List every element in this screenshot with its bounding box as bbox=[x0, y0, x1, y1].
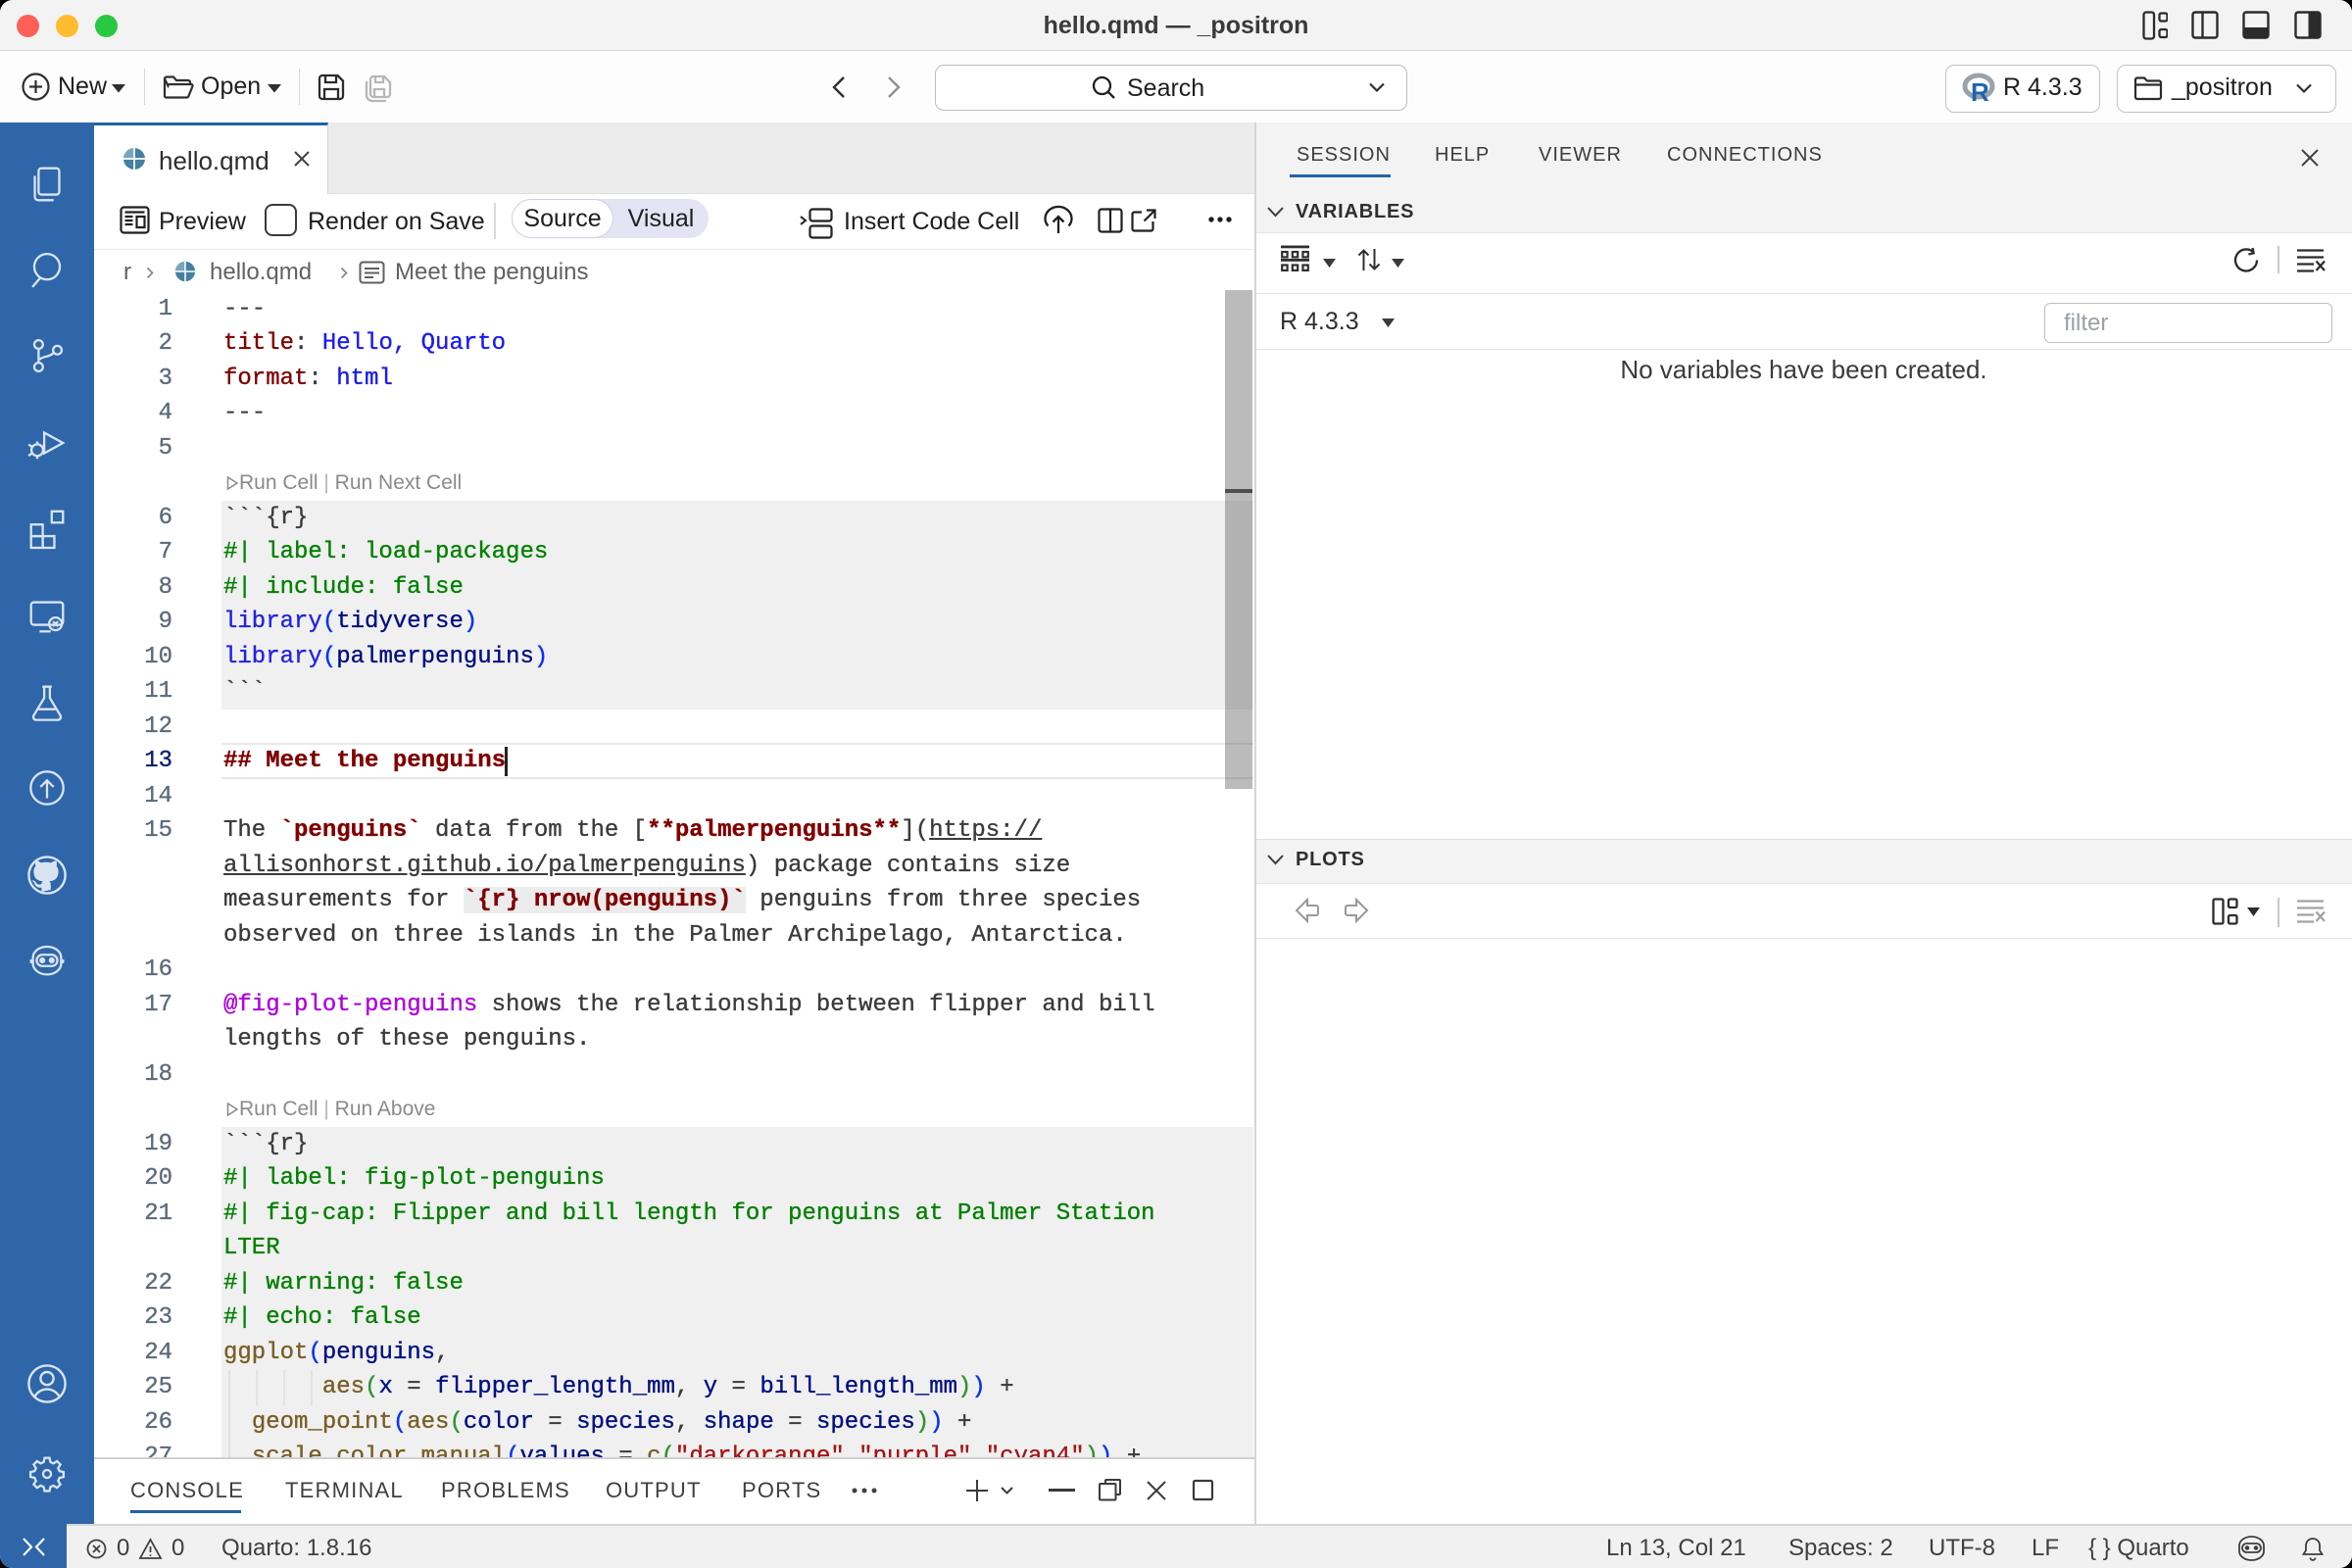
svg-text:R: R bbox=[1971, 77, 1989, 104]
